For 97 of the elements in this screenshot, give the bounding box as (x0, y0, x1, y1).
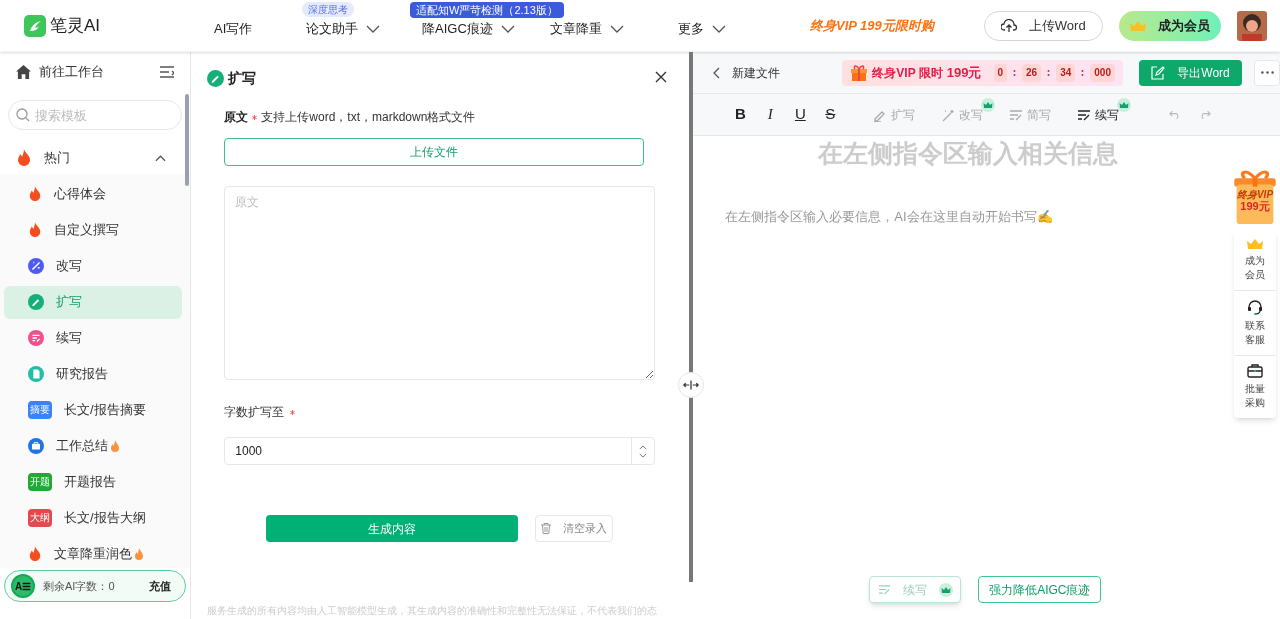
group-header[interactable]: 热门 (0, 142, 183, 174)
nav-item[interactable]: AI写作 (214, 18, 253, 39)
flame-icon (28, 222, 42, 238)
required-icon (252, 114, 258, 120)
headset-icon (1247, 299, 1263, 315)
search-field[interactable]: 搜索模板 (8, 100, 183, 130)
brand-name: 笔灵AI (50, 14, 101, 37)
more-button[interactable] (1254, 59, 1280, 86)
side-action[interactable]: 成为会员 (1234, 230, 1276, 290)
resize-handle[interactable] (678, 372, 705, 398)
sidebar-item[interactable]: 研究报告 (4, 357, 183, 391)
flame-icon (28, 186, 42, 202)
colon-icon (1047, 68, 1051, 77)
vip-price: 199元 (946, 63, 982, 82)
vip-label: 终身VIP 限时 (872, 64, 943, 82)
gift-icon (1232, 168, 1278, 224)
logo-icon (24, 14, 46, 37)
countdown-digit: 0 (993, 63, 1008, 82)
decrement-icon[interactable] (639, 452, 648, 458)
side-action[interactable]: 联系客服 (1234, 290, 1276, 355)
flame-icon (16, 149, 32, 167)
source-textarea[interactable]: 原文 (224, 186, 656, 380)
document-icon (28, 366, 44, 382)
required-icon (290, 409, 296, 415)
lines-icon (1009, 107, 1024, 122)
file-name: 新建文件 (732, 64, 782, 82)
pen-icon (207, 69, 225, 87)
nav-item[interactable]: 论文助手 (306, 18, 358, 39)
countdown-digit: 34 (1056, 63, 1076, 82)
recharge-link[interactable]: 充值 (149, 577, 180, 595)
colon-icon (1013, 68, 1017, 77)
panel-title: 扩写 (228, 68, 257, 88)
more-icon (1260, 71, 1274, 74)
back-icon[interactable] (713, 66, 721, 79)
field-label: 字数扩写至 (224, 404, 285, 421)
briefcase-icon (1247, 364, 1263, 378)
flame-icon (28, 546, 42, 562)
increment-icon[interactable] (639, 444, 648, 450)
sidebar-item[interactable]: 改写 (4, 249, 183, 283)
search-icon (16, 108, 30, 122)
briefcase-icon (28, 438, 44, 454)
field-hint: 支持上传word，txt，markdown格式文件 (261, 109, 476, 126)
workbench-link[interactable]: 前往工作台 (39, 62, 153, 82)
nav-item[interactable]: 更多 (678, 18, 704, 39)
tag-icon: 摘要 (28, 401, 52, 419)
sidebar-item[interactable]: 自定义撰写 (4, 213, 183, 247)
nav-tag: 适配知W严苛检测（2.13版） (410, 1, 564, 19)
gift-icon (850, 63, 869, 82)
close-icon[interactable] (655, 71, 668, 83)
tool-button[interactable]: 续写 (1077, 105, 1120, 124)
pen-icon (28, 294, 44, 310)
scrollbar[interactable] (185, 94, 190, 186)
lines-icon (1077, 107, 1092, 122)
upload-icon (1000, 18, 1017, 33)
wand-icon (941, 107, 956, 122)
sidebar-item[interactable]: 心得体会 (4, 177, 183, 211)
crown-icon (1129, 19, 1146, 32)
collapse-icon[interactable] (160, 66, 175, 78)
colon-icon (1081, 68, 1085, 77)
nav-item[interactable]: 降AIGC痕迹 (422, 18, 493, 39)
format-button[interactable]: I (755, 103, 786, 126)
resize-icon (683, 380, 700, 390)
lines-icon (28, 330, 44, 346)
vip-banner[interactable]: 终身VIP 限时 199元 0 26 34 000 (842, 59, 1123, 86)
export-icon (1151, 65, 1166, 80)
editor-placeholder: 在左侧指令区输入必要信息，AI会在这里自动开始书写✍ (724, 207, 1054, 226)
format-button[interactable]: U (785, 103, 816, 126)
upload-file-button[interactable]: 上传文件 (224, 138, 645, 166)
home-icon (16, 65, 31, 79)
sidebar-item[interactable]: 大纲 长文/报告大纲 (4, 501, 183, 535)
field-label: 原文 (224, 109, 249, 126)
crown-icon (1247, 238, 1263, 250)
countdown-digit: 000 (1090, 63, 1115, 82)
quota-text: 剩余AI字数：0 (43, 578, 116, 594)
format-button[interactable]: S (815, 103, 846, 126)
countdown-digit: 26 (1022, 63, 1042, 82)
number-field[interactable]: 1000 (224, 437, 656, 465)
side-action[interactable]: 批量采购 (1234, 355, 1276, 418)
trash-icon (541, 523, 552, 534)
nav-item[interactable]: 文章降重 (550, 18, 602, 39)
avatar: A☰ (11, 574, 35, 598)
sidebar-item[interactable]: 工作总结 (4, 429, 183, 463)
sidebar-item[interactable]: 文章降重润色 (4, 537, 183, 568)
format-button[interactable]: B (725, 103, 756, 126)
sidebar-item[interactable]: 开题 开题报告 (4, 465, 183, 499)
reduce-aigc-button[interactable]: 强力降低AIGC痕迹 (978, 576, 1102, 603)
tag-icon: 开题 (28, 473, 52, 491)
clear-button[interactable]: 清空录入 (535, 515, 614, 542)
tag-icon: 大纲 (28, 509, 52, 527)
member-button[interactable]: 成为会员 (1118, 10, 1221, 41)
sidebar-item[interactable]: 续写 (4, 321, 183, 355)
sidebar-item[interactable]: 摘要 长文/报告摘要 (4, 393, 183, 427)
nav-tag: 深度思考 (302, 1, 354, 17)
wand-icon (28, 258, 44, 274)
avatar (1236, 10, 1267, 41)
lines-icon (877, 583, 891, 596)
crown-icon (938, 582, 953, 597)
